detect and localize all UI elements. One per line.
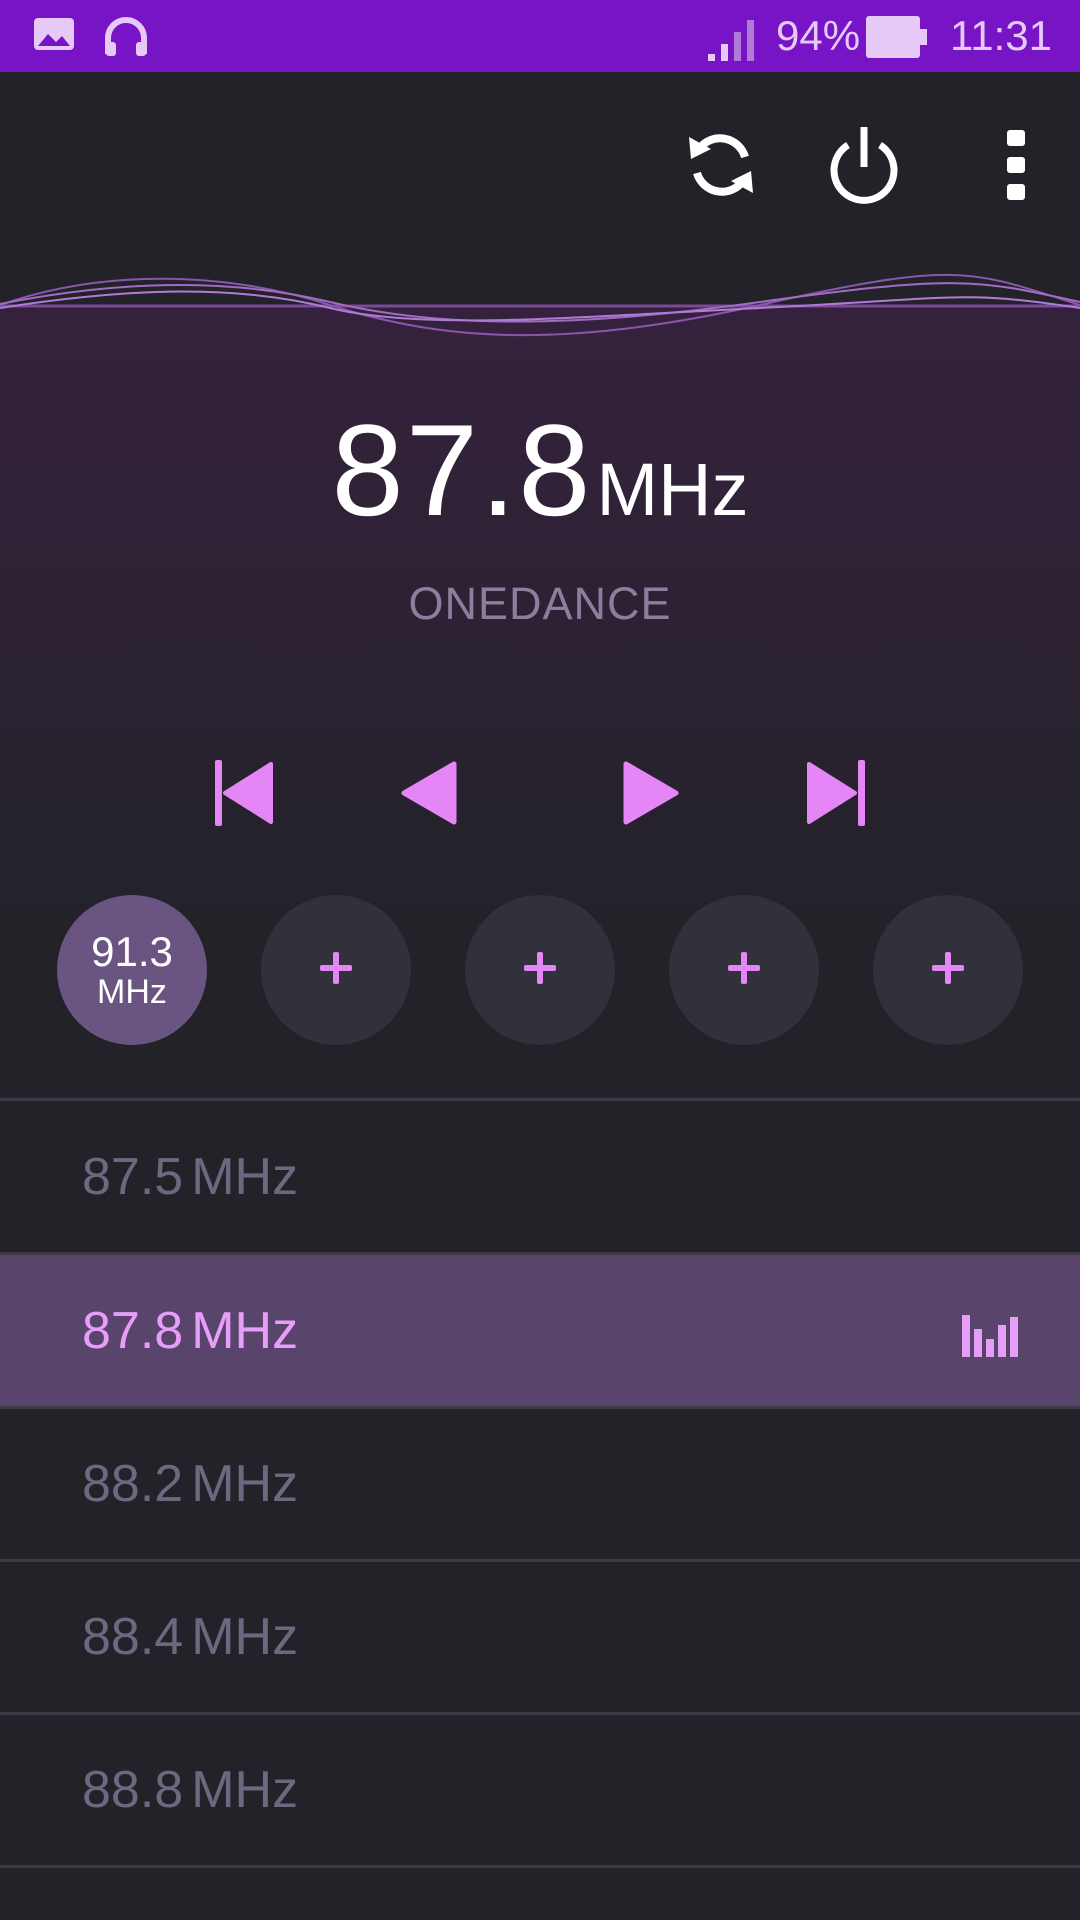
preset-add-button[interactable] (873, 895, 1023, 1045)
battery-percent: 94% (776, 12, 861, 59)
station-frequency: 87.5 (82, 1148, 184, 1206)
station-unit: MHz (191, 1608, 299, 1666)
station-list-item[interactable]: 88.4 MHz (0, 1562, 1080, 1712)
headphones-icon (102, 14, 150, 62)
station-frequency: 88.2 (82, 1455, 184, 1513)
skip-next-button[interactable] (792, 750, 882, 840)
clock: 11:31 (950, 12, 1052, 59)
skip-next-icon (805, 758, 869, 832)
toolbar (0, 72, 1080, 247)
skip-previous-icon (211, 758, 275, 832)
station-unit: MHz (191, 1148, 299, 1206)
station-unit: MHz (191, 1301, 299, 1360)
station-list-item[interactable]: 88.2 MHz (0, 1409, 1080, 1559)
refresh-icon (683, 127, 759, 207)
equalizer-icon (962, 1310, 1020, 1370)
station-list-item-active[interactable]: 87.8 MHz (0, 1255, 1080, 1406)
seek-back-button[interactable] (384, 750, 474, 840)
battery-icon (866, 16, 928, 62)
skip-previous-button[interactable] (198, 750, 288, 840)
frequency-value: 87.8 (331, 397, 593, 543)
status-bar: 94% 11:31 (0, 0, 1080, 72)
station-unit: MHz (191, 1455, 299, 1513)
signal-icon (706, 18, 762, 66)
preset-add-button[interactable] (261, 895, 411, 1045)
plus-icon (522, 950, 558, 990)
station-unit: MHz (191, 1761, 299, 1819)
station-list-item[interactable]: 87.5 MHz (0, 1102, 1080, 1252)
seek-forward-icon (620, 758, 682, 832)
preset-add-button[interactable] (465, 895, 615, 1045)
power-button[interactable] (809, 112, 919, 222)
seek-back-icon (398, 758, 460, 832)
station-frequency: 88.8 (82, 1761, 184, 1819)
fm-radio-screen: 94% 11:31 87.8MHz ONEDANCE 91.3 MHz 87.5… (0, 0, 1080, 1920)
seek-forward-button[interactable] (606, 750, 696, 840)
frequency-unit: MHz (596, 448, 749, 531)
plus-icon (930, 950, 966, 990)
preset-frequency: 91.3 (91, 928, 173, 975)
gallery-icon (32, 14, 76, 58)
station-frequency: 87.8 (82, 1301, 184, 1360)
overflow-menu-icon (1006, 130, 1026, 204)
sound-wave-decoration (0, 273, 1080, 337)
list-divider (0, 1098, 1080, 1101)
current-frequency: 87.8MHz (0, 395, 1080, 545)
station-frequency: 88.4 (82, 1608, 184, 1666)
station-list-item[interactable]: 88.8 MHz (0, 1715, 1080, 1865)
preset-unit: MHz (97, 973, 167, 1011)
station-name: ONEDANCE (408, 578, 672, 629)
plus-icon (318, 950, 354, 990)
power-icon (826, 123, 902, 211)
overflow-menu-button[interactable] (961, 112, 1071, 222)
preset-1[interactable]: 91.3 MHz (57, 895, 207, 1045)
list-divider (0, 1865, 1080, 1868)
plus-icon (726, 950, 762, 990)
refresh-button[interactable] (666, 112, 776, 222)
preset-add-button[interactable] (669, 895, 819, 1045)
